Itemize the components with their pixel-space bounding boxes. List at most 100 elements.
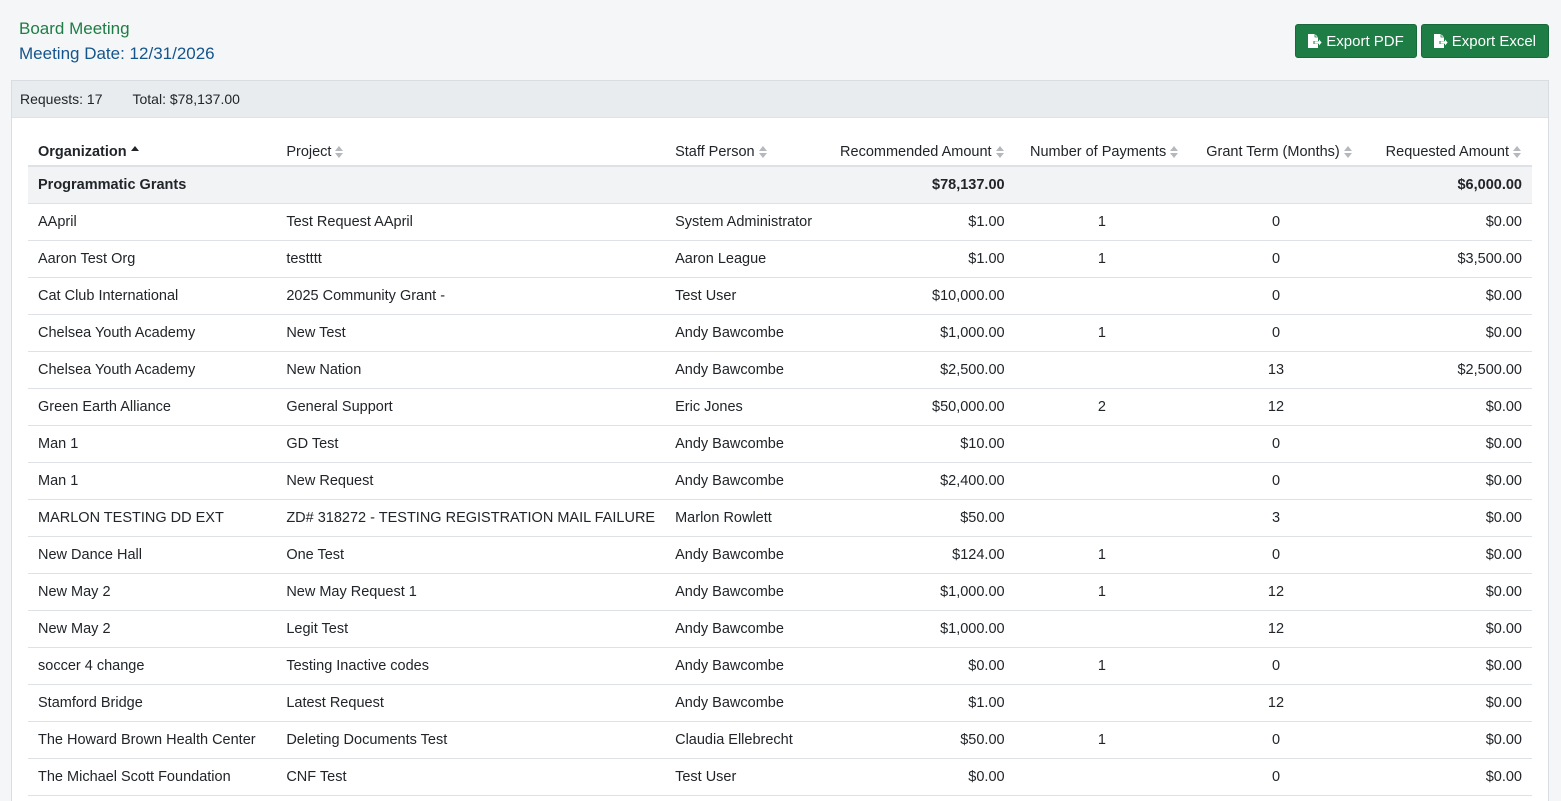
table-row[interactable]: Chelsea Youth Academy New Nation Andy Bawc… (28, 351, 1532, 389)
table-row[interactable]: Cat Club International 2025 Community Gra… (28, 277, 1532, 315)
cell-staff-person: Andy Bawcombe (665, 647, 823, 685)
cell-requested-amount: $0.00 (1362, 462, 1532, 500)
group-row: Programmatic Grants $78,137.00 $6,000.00 (28, 166, 1532, 204)
requests-count: Requests: 17 (20, 91, 103, 107)
column-header-grant-term[interactable]: Grant Term (Months) (1189, 138, 1363, 167)
cell-project: CNF Test (276, 758, 666, 796)
cell-number-of-payments (1014, 795, 1190, 801)
table-row[interactable]: Chelsea Youth Academy New Test Andy Bawcom… (28, 314, 1532, 352)
column-header-recommended-amount[interactable]: Recommended Amount (822, 138, 1015, 167)
cell-organization: The Michael Scott Foundation (28, 758, 277, 796)
cell-organization: Cat Club International (28, 277, 277, 315)
cell-recommended-amount: $0.00 (822, 758, 1015, 796)
cell-grant-term: 12 (1189, 610, 1363, 648)
table-row[interactable]: Man 1 GD Test Andy Bawcombe $10.00 0 $0.00 (28, 425, 1532, 463)
cell-recommended-amount: $2,500.00 (822, 351, 1015, 389)
cell-staff-person: Andy Bawcombe (665, 573, 823, 611)
sort-icon (995, 145, 1005, 158)
cell-requested-amount: $2,500.00 (1362, 351, 1532, 389)
cell-recommended-amount: $1.00 (822, 203, 1015, 241)
cell-requested-amount: $0.00 (1362, 314, 1532, 352)
table-row[interactable]: soccer 4 change Testing Inactive codes And… (28, 647, 1532, 685)
cell-grant-term: 12 (1189, 388, 1363, 426)
sort-icon (1513, 145, 1522, 158)
cell-recommended-amount: $10,000.00 (822, 277, 1015, 315)
sort-icon (1170, 145, 1179, 158)
cell-grant-term: 0 (1189, 647, 1363, 685)
column-header-staff-person[interactable]: Staff Person (665, 138, 823, 167)
cell-grant-term: 12 (1189, 684, 1363, 722)
column-header-label: Grant Term (Months) (1206, 143, 1340, 160)
table-row[interactable]: The Michael Scott Foundation CNF Test Test… (28, 758, 1532, 796)
cell-number-of-payments (1014, 684, 1190, 722)
export-excel-button[interactable]: Export Excel (1420, 24, 1549, 58)
cell-number-of-payments: 1 (1014, 647, 1190, 685)
cell-requested-amount: $0.00 (1362, 499, 1532, 537)
table-row[interactable]: Aaron Test Org testttt Aaron League $1.00 1 0… (28, 240, 1532, 278)
cell-organization: Stamford Bridge (28, 684, 277, 722)
cell-grant-term: 0 (1189, 536, 1363, 574)
export-excel-label: Export Excel (1451, 32, 1536, 50)
cell-project: ZD# 318272 - TESTING REGISTRATION MAIL F… (276, 499, 666, 537)
column-header-project[interactable]: Project (276, 138, 666, 167)
cell-recommended-amount: $1,000.00 (822, 314, 1015, 352)
cell-project: New Request (276, 462, 666, 500)
file-export-icon (1306, 33, 1322, 49)
cell-number-of-payments (1014, 462, 1190, 500)
cell-requested-amount: $3,500.00 (1362, 240, 1532, 278)
cell-number-of-payments: 1 (1014, 536, 1190, 574)
results-panel: Requests: 17 Total: $78,137.00 Organizat… (11, 80, 1549, 801)
table-row[interactable]: MARLON TESTING DD EXT ZD# 318272 - TESTIN… (28, 499, 1532, 537)
table-row[interactable]: Green Earth Alliance General Support Eric … (28, 388, 1532, 426)
cell-staff-person: Claudia Ellebrecht (665, 721, 823, 759)
cell-requested-amount: $0.00 (1362, 684, 1532, 722)
sort-icon (758, 145, 768, 158)
column-header-label: Project (286, 143, 332, 160)
cell-number-of-payments: 2 (1014, 388, 1190, 426)
cell-grant-term: 3 (1189, 499, 1363, 537)
cell-staff-person: Andy Bawcombe (665, 536, 823, 574)
table-row[interactable]: New Dance Hall One Test Andy Bawcombe $124.… (28, 536, 1532, 574)
cell-project: General Support (276, 388, 666, 426)
cell-requested-amount: $0.00 (1362, 573, 1532, 611)
column-header-label: Organization (38, 143, 127, 160)
cell-number-of-payments (1014, 610, 1190, 648)
table-row[interactable]: The Howard Brown Health Center Deleting D… (28, 721, 1532, 759)
cell-number-of-payments (1014, 351, 1190, 389)
column-header-number-of-payments[interactable]: Number of Payments (1014, 138, 1190, 167)
cell-number-of-payments (1014, 758, 1190, 796)
cell-recommended-amount: $50,000.00 (822, 388, 1015, 426)
table-row[interactable]: New May 2 Legit Test Andy Bawcombe $1,000.0… (28, 610, 1532, 648)
cell-project: 2025 Community Grant - (276, 277, 666, 315)
cell-grant-term: 0 (1189, 462, 1363, 500)
table-row[interactable]: AApril Test Request AApril System Administ… (28, 203, 1532, 241)
group-recommended-total: $78,137.00 (822, 166, 1015, 204)
cell-organization: Man 1 (28, 462, 277, 500)
table-row[interactable]: Man 1 New Request Andy Bawcombe $2,400.00 0 $… (28, 462, 1532, 500)
column-header-requested-amount[interactable]: Requested Amount (1362, 138, 1532, 167)
cell-requested-amount: $0.00 (1362, 536, 1532, 574)
column-header-label: Staff Person (675, 143, 755, 160)
group-requested-total: $6,000.00 (1362, 166, 1532, 204)
page-header: Board Meeting Meeting Date: 12/31/2026 (19, 18, 215, 66)
cell-project: Deleting Documents Test (276, 721, 666, 759)
table-row[interactable]: New May 2 New May Request 1 Andy Bawcombe $… (28, 573, 1532, 611)
cell-requested-amount: $0.00 (1362, 647, 1532, 685)
cell-organization: MARLON TESTING DD EXT (28, 499, 277, 537)
cell-staff-person: Eric Jones (665, 388, 823, 426)
column-header-label: Requested Amount (1385, 143, 1509, 160)
column-header-label: Number of Payments (1030, 143, 1167, 160)
group-cell (665, 166, 823, 204)
column-header-organization[interactable]: Organization (28, 138, 277, 167)
table-row[interactable] (28, 795, 1532, 801)
cell-requested-amount: $0.00 (1362, 277, 1532, 315)
table-row[interactable]: Stamford Bridge Latest Request Andy Bawcom… (28, 684, 1532, 722)
cell-grant-term: 0 (1189, 425, 1363, 463)
cell-recommended-amount: $10.00 (822, 425, 1015, 463)
cell-recommended-amount: $124.00 (822, 536, 1015, 574)
cell-organization: Chelsea Youth Academy (28, 351, 277, 389)
cell-grant-term: 12 (1189, 573, 1363, 611)
export-pdf-button[interactable]: Export PDF (1295, 24, 1417, 58)
cell-number-of-payments: 1 (1014, 721, 1190, 759)
cell-organization: soccer 4 change (28, 647, 277, 685)
